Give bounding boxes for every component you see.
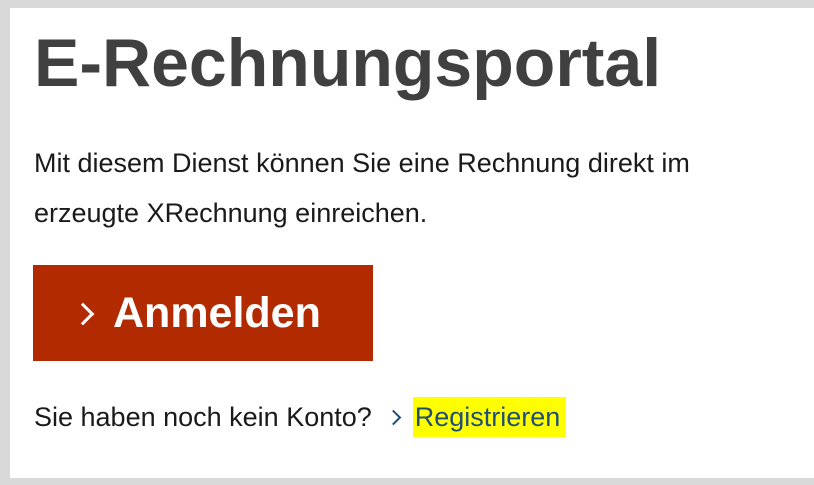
register-prompt: Sie haben noch kein Konto? (34, 402, 372, 432)
login-button-label: Anmelden (113, 288, 321, 337)
chevron-right-icon (71, 302, 95, 326)
page-title: E-Rechnungsportal (34, 25, 662, 101)
register-link[interactable]: Registrieren (412, 397, 567, 437)
description-line-1: Mit diesem Dienst können Sie eine Rechnu… (34, 148, 690, 178)
chevron-right-icon (385, 409, 402, 425)
register-row: Sie haben noch kein Konto? Registrieren (34, 397, 567, 437)
service-description: Mit diesem Dienst können Sie eine Rechnu… (34, 138, 690, 238)
description-line-2: erzeugte XRechnung einreichen. (34, 198, 428, 228)
login-button[interactable]: Anmelden (33, 265, 373, 361)
content-panel: E-Rechnungsportal Mit diesem Dienst könn… (10, 8, 814, 478)
